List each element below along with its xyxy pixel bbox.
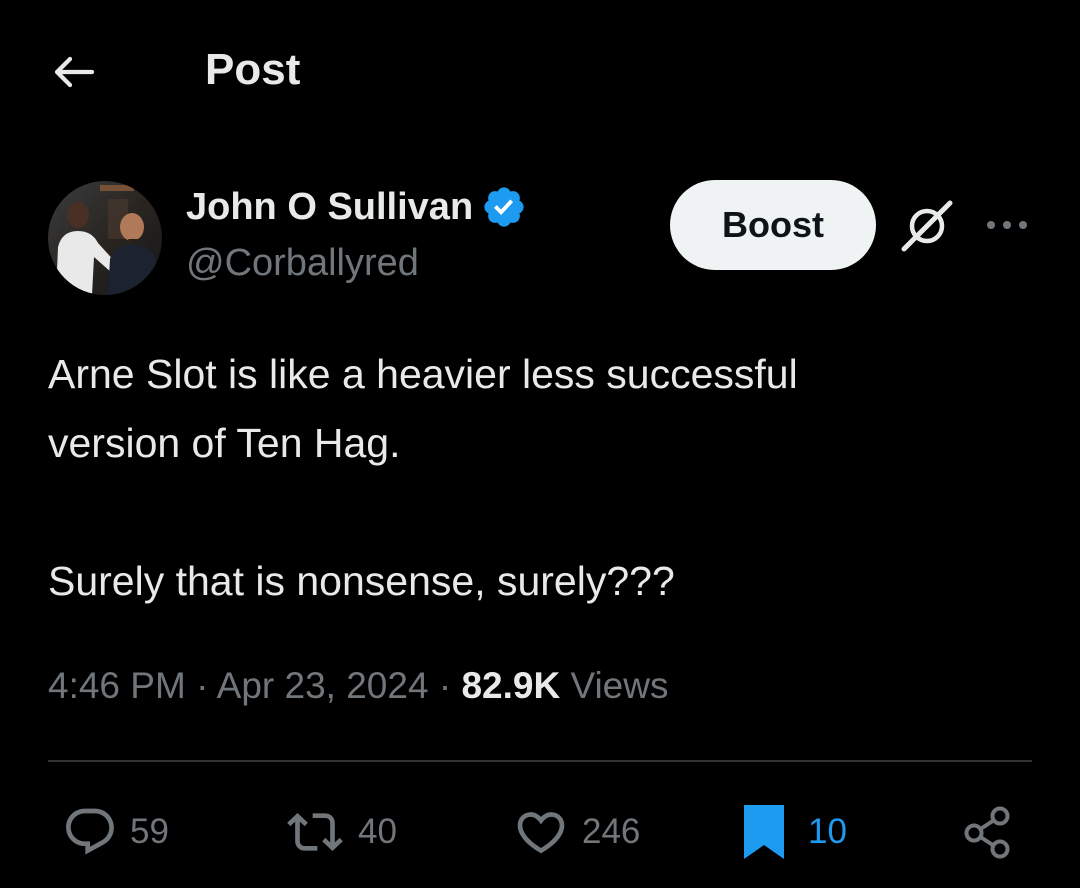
grok-button[interactable] xyxy=(898,197,956,255)
repost-icon xyxy=(287,813,343,851)
meta-separator: · xyxy=(196,665,209,706)
share-button[interactable] xyxy=(960,800,1016,864)
repost-button[interactable]: 40 xyxy=(284,800,397,864)
post-text: Arne Slot is like a heavier less success… xyxy=(48,340,1038,616)
back-button[interactable] xyxy=(50,48,98,96)
post-text-line: Arne Slot is like a heavier less success… xyxy=(48,351,798,397)
post-text-line: version of Ten Hag. xyxy=(48,420,401,466)
reply-icon xyxy=(66,808,114,855)
like-button[interactable]: 246 xyxy=(512,800,640,864)
reply-count: 59 xyxy=(130,812,169,851)
verified-badge-icon xyxy=(484,187,524,227)
share-icon xyxy=(964,806,1010,859)
author-name[interactable]: John O Sullivan xyxy=(186,184,527,230)
reply-button[interactable]: 59 xyxy=(62,800,169,864)
bookmark-button[interactable]: 10 xyxy=(742,800,847,864)
arrow-left-icon xyxy=(54,56,95,88)
post-date[interactable]: Apr 23, 2024 xyxy=(217,665,429,706)
top-bar: Post xyxy=(0,0,1080,140)
post-time[interactable]: 4:46 PM xyxy=(48,665,186,706)
more-dots-icon xyxy=(987,221,1027,229)
author-name-text: John O Sullivan xyxy=(186,186,474,228)
like-count: 246 xyxy=(582,812,641,851)
bookmark-count: 10 xyxy=(808,812,847,851)
more-options-button[interactable] xyxy=(984,210,1030,240)
grok-icon xyxy=(901,200,953,252)
views-label: Views xyxy=(570,665,669,706)
divider xyxy=(48,760,1032,762)
author-handle[interactable]: @Corballyred xyxy=(186,240,419,286)
avatar-image xyxy=(48,181,162,295)
meta-separator: · xyxy=(438,665,452,706)
page-title: Post xyxy=(205,45,301,94)
boost-button[interactable]: Boost xyxy=(670,180,876,270)
avatar[interactable] xyxy=(48,181,162,295)
views-count[interactable]: 82.9K xyxy=(461,665,560,706)
post-text-line: Surely that is nonsense, surely??? xyxy=(48,558,675,604)
post-meta: 4:46 PM · Apr 23, 2024 · 82.9K Views xyxy=(48,660,668,712)
repost-count: 40 xyxy=(358,812,397,851)
heart-icon xyxy=(517,812,565,854)
bookmark-filled-icon xyxy=(744,805,784,859)
